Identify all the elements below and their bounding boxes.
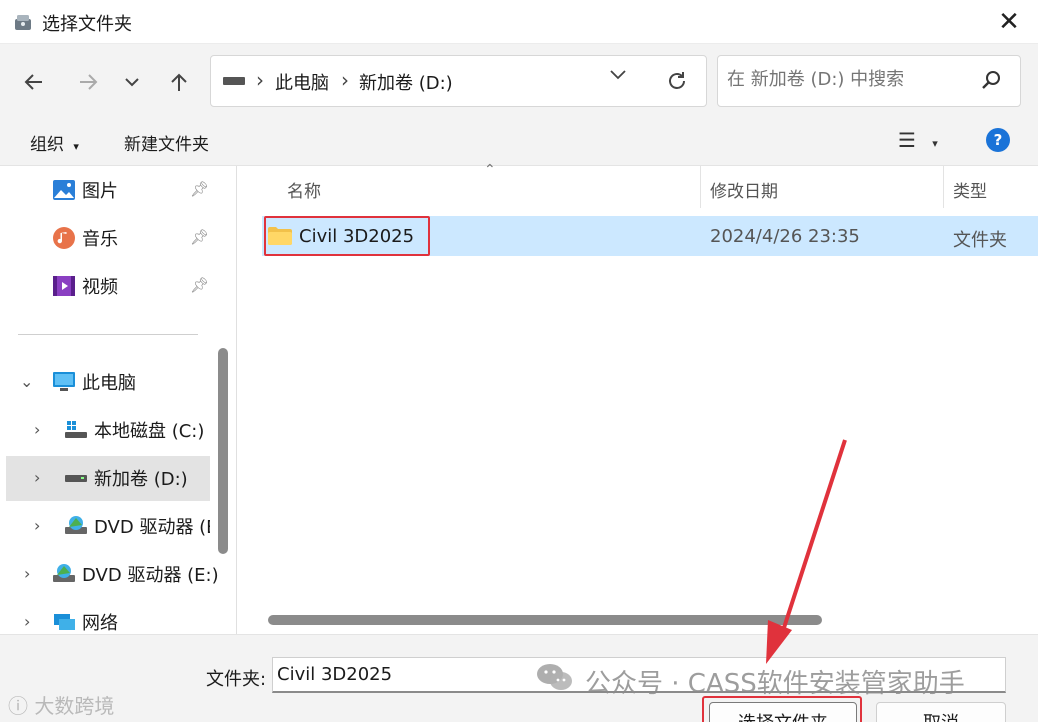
column-header-name[interactable]: 名称 — [287, 177, 321, 202]
arrow-left-icon — [24, 74, 42, 90]
search-input[interactable] — [727, 69, 967, 90]
column-divider[interactable] — [943, 166, 944, 208]
up-button[interactable] — [161, 64, 197, 100]
breadcrumb-separator-icon: › — [256, 68, 264, 92]
refresh-icon — [669, 72, 685, 89]
drive-d-icon — [65, 475, 87, 482]
chevron-right-icon[interactable]: › — [24, 612, 30, 631]
chevron-right-icon[interactable]: › — [34, 468, 40, 487]
close-icon: ✕ — [998, 7, 1020, 37]
title-bar — [0, 0, 1038, 44]
caret-down-icon: ▾ — [73, 140, 79, 153]
breadcrumb-separator-icon: › — [341, 68, 349, 92]
search-icon[interactable] — [980, 68, 1004, 92]
pin-icon[interactable]: 📌︎ — [190, 180, 209, 198]
folder-field-label: 文件夹: — [206, 669, 267, 690]
chevron-right-icon[interactable]: › — [24, 564, 30, 583]
chevron-down-icon — [610, 70, 626, 80]
horizontal-scrollbar[interactable] — [268, 615, 822, 625]
corner-watermark-text: 大数跨境 — [34, 694, 115, 718]
sort-ascending-icon: ⌃ — [484, 162, 496, 178]
sidebar-item-label: 本地磁盘 (C:) — [94, 421, 205, 442]
sidebar-divider — [18, 334, 198, 335]
sidebar-item-label: 图片 — [82, 181, 118, 202]
recent-locations-button[interactable] — [114, 64, 150, 100]
column-header-modified[interactable]: 修改日期 — [710, 177, 778, 202]
sidebar-item-pictures[interactable]: 图片 — [52, 170, 118, 210]
breadcrumb-drive-d[interactable]: 新加卷 (D:) — [359, 69, 453, 95]
sidebar-item-label: 此电脑 — [82, 373, 136, 394]
dvd-icon — [65, 516, 87, 534]
arrow-right-icon — [80, 74, 98, 90]
watermark-logo-icon: ⓘ — [8, 694, 28, 718]
chevron-down-icon[interactable]: ⌄ — [20, 372, 33, 391]
pictures-icon — [53, 180, 75, 200]
list-view-icon: ☰ — [898, 128, 916, 152]
sidebar-scrollbar[interactable] — [218, 348, 228, 554]
drive-icon — [223, 77, 245, 85]
sidebar-item-drive-c[interactable]: 本地磁盘 (C:) — [64, 410, 204, 450]
close-button[interactable]: ✕ — [990, 6, 1028, 38]
organize-button[interactable]: 组织 ▾ — [30, 130, 79, 155]
sidebar-item-label: 音乐 — [82, 229, 118, 250]
highlight-box — [264, 216, 430, 256]
window-title: 选择文件夹 — [42, 14, 132, 35]
pin-icon[interactable]: 📌︎ — [190, 228, 209, 246]
corner-watermark: ⓘ 大数跨境 — [8, 690, 114, 719]
column-divider[interactable] — [700, 166, 701, 208]
sidebar-item-label: 视频 — [82, 277, 118, 298]
forward-button[interactable] — [70, 64, 106, 100]
back-button[interactable] — [16, 64, 52, 100]
music-icon — [53, 227, 75, 249]
sidebar-item-dvd-1[interactable]: DVD 驱动器 (E — [64, 506, 210, 546]
new-folder-button[interactable]: 新建文件夹 — [124, 130, 209, 155]
drive-c-icon — [65, 421, 87, 438]
sidebar-item-label: DVD 驱动器 (E:) — [82, 565, 219, 586]
help-icon: ? — [993, 131, 1003, 149]
column-header-type[interactable]: 类型 — [953, 177, 987, 202]
chevron-right-icon[interactable]: › — [34, 420, 40, 439]
arrow-up-icon — [171, 73, 187, 91]
view-options-button[interactable]: ☰ ▾ — [898, 128, 938, 152]
wechat-logo-icon — [537, 664, 572, 690]
sidebar-item-dvd-2[interactable]: DVD 驱动器 (E:) — [52, 554, 219, 594]
videos-icon — [53, 276, 75, 296]
file-modified-date: 2024/4/26 23:35 — [710, 226, 860, 247]
app-icon — [15, 15, 31, 30]
sidebar-item-music[interactable]: 音乐 — [52, 218, 118, 258]
sidebar-item-label: 新加卷 (D:) — [94, 469, 188, 490]
chevron-right-icon[interactable]: › — [34, 516, 40, 535]
help-button[interactable]: ? — [986, 128, 1010, 152]
organize-label: 组织 — [30, 135, 64, 155]
sidebar-item-this-pc[interactable]: 此电脑 — [52, 362, 136, 402]
sidebar-item-label: 网络 — [82, 613, 118, 634]
cancel-button[interactable]: 取消 — [876, 702, 1006, 722]
chevron-down-icon — [125, 78, 139, 87]
sidebar-item-label: DVD 驱动器 (E — [94, 517, 210, 538]
sidebar-item-videos[interactable]: 视频 — [52, 266, 118, 306]
sidebar-item-drive-d-label[interactable]: 新加卷 (D:) — [64, 458, 188, 498]
computer-icon — [53, 372, 75, 391]
file-type: 文件夹 — [953, 230, 1007, 251]
caret-down-icon: ▾ — [932, 137, 938, 150]
watermark-text: 公众号 · CASS软件安装管家助手 — [585, 669, 965, 699]
address-dropdown-button[interactable] — [608, 64, 628, 89]
breadcrumb-this-pc[interactable]: 此电脑 — [275, 69, 329, 95]
refresh-button[interactable] — [660, 64, 694, 98]
pin-icon[interactable]: 📌︎ — [190, 276, 209, 294]
dvd-icon — [53, 564, 75, 582]
network-icon — [54, 614, 75, 630]
